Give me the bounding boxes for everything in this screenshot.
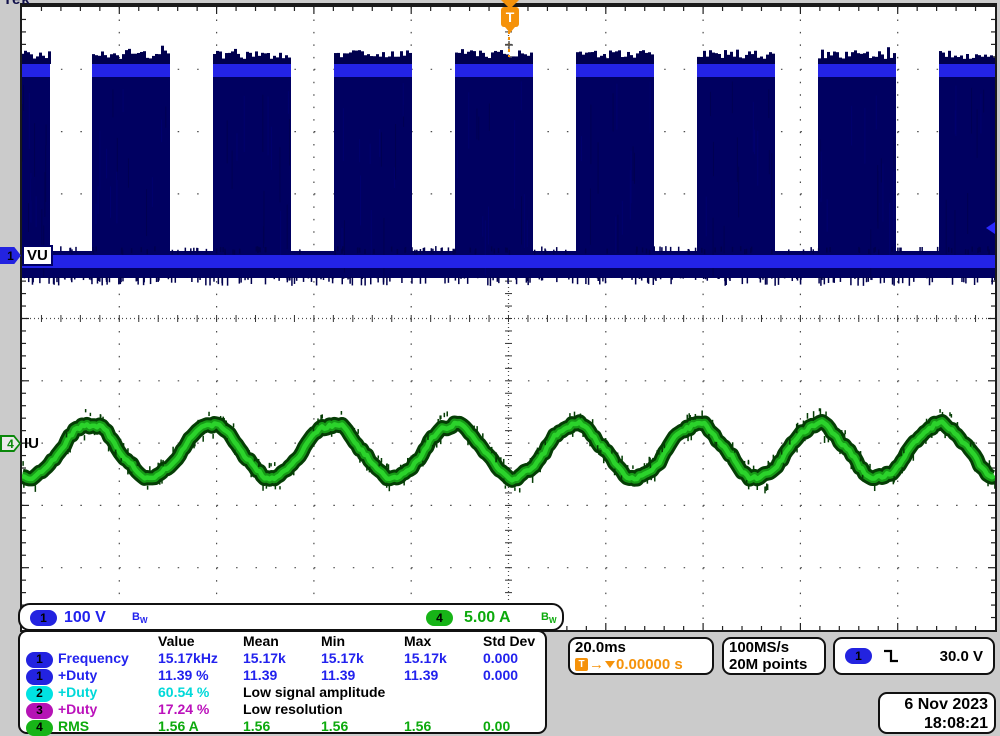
time-readout: 18:08:21 bbox=[880, 714, 988, 733]
channel1-scale[interactable]: 100 V bbox=[64, 609, 106, 627]
measurements-table: ValueMeanMinMaxStd Dev 1 Frequency15.17kHz… bbox=[26, 633, 545, 735]
channel4-scale[interactable]: 5.00 A bbox=[464, 609, 511, 627]
timebase-readout: 20.0ms bbox=[575, 639, 707, 656]
trigger-flag-icon[interactable]: T bbox=[501, 7, 519, 27]
channel-badge: 3 bbox=[26, 703, 53, 719]
measurement-min: 1.56 bbox=[321, 718, 404, 735]
measurement-row-badge: 1 bbox=[26, 667, 58, 684]
sample-rate-readout: 100MS/s bbox=[729, 639, 819, 656]
measurement-row-badge: 2 bbox=[26, 684, 58, 701]
channel4-bandwidth-icon: BW bbox=[541, 611, 557, 625]
trigger-level-readout: 30.0 V bbox=[940, 648, 983, 665]
waveform-display bbox=[22, 7, 995, 630]
falling-edge-icon bbox=[882, 648, 901, 664]
date-readout: 6 Nov 2023 bbox=[880, 695, 988, 714]
measurement-min: 11.39 bbox=[321, 667, 404, 684]
measurement-row-badge: 4 bbox=[26, 718, 58, 735]
measurement-row-badge: 3 bbox=[26, 701, 58, 718]
triangle-down-icon bbox=[605, 661, 615, 668]
header-spacer bbox=[58, 633, 158, 650]
measurement-name: +Duty bbox=[58, 684, 158, 701]
trigger-t-icon: T bbox=[575, 658, 588, 671]
measurement-mean: 11.39 bbox=[243, 667, 321, 684]
measurement-value: 11.39 % bbox=[158, 667, 243, 684]
channel4-ground-marker[interactable]: 4 IU bbox=[0, 435, 39, 452]
measurement-max: 15.17k bbox=[404, 650, 483, 667]
channel4-badge[interactable]: 4 bbox=[426, 610, 453, 626]
channel-badge: 1 bbox=[26, 669, 53, 685]
trigger-settings-box[interactable]: 1 30.0 V bbox=[833, 637, 995, 675]
measurement-name: RMS bbox=[58, 718, 158, 735]
column-header: Min bbox=[321, 633, 404, 650]
measurement-value: 60.54 % bbox=[158, 684, 243, 701]
measurement-mean: 15.17k bbox=[243, 650, 321, 667]
horizontal-settings-box[interactable]: 20.0ms T→0.00000 s bbox=[568, 637, 714, 675]
column-header: Mean bbox=[243, 633, 321, 650]
measurement-stddev: 0.00 bbox=[483, 718, 545, 735]
measurement-name: +Duty bbox=[58, 667, 158, 684]
trigger-flag-tail-icon bbox=[505, 27, 515, 33]
channel4-marker-badge: 4 bbox=[0, 435, 21, 452]
datetime-box: 6 Nov 2023 18:08:21 bbox=[878, 692, 996, 734]
trigger-position-readout: T→0.00000 s bbox=[575, 656, 707, 673]
channel4-waveform-label: IU bbox=[24, 435, 39, 452]
channel1-badge[interactable]: 1 bbox=[30, 610, 57, 626]
trigger-source-badge: 1 bbox=[845, 648, 872, 664]
measurements-panel: ValueMeanMinMaxStd Dev 1 Frequency15.17kHz… bbox=[18, 630, 547, 734]
measurement-min: 15.17k bbox=[321, 650, 404, 667]
measurement-value: 17.24 % bbox=[158, 701, 243, 718]
channel1-marker-badge: 1 bbox=[0, 247, 21, 264]
measurement-row-badge: 1 bbox=[26, 650, 58, 667]
graticule bbox=[20, 3, 997, 632]
measurement-value: 15.17kHz bbox=[158, 650, 243, 667]
measurement-stddev: 0.000 bbox=[483, 650, 545, 667]
measurement-name: +Duty bbox=[58, 701, 158, 718]
column-header: Max bbox=[404, 633, 483, 650]
channel-badge: 4 bbox=[26, 720, 53, 736]
measurement-value: 1.56 A bbox=[158, 718, 243, 735]
header-spacer bbox=[26, 633, 58, 650]
channel-badge: 2 bbox=[26, 686, 53, 702]
column-header: Value bbox=[158, 633, 243, 650]
measurement-message: Low resolution bbox=[243, 701, 545, 718]
record-length-readout: 20M points bbox=[729, 656, 819, 673]
arrow-right-icon: → bbox=[589, 656, 604, 673]
channel1-bandwidth-icon: BW bbox=[132, 611, 148, 625]
measurement-max: 1.56 bbox=[404, 718, 483, 735]
column-header: Std Dev bbox=[483, 633, 545, 650]
channel1-waveform-label: VU bbox=[22, 245, 53, 266]
measurement-message: Low signal amplitude bbox=[243, 684, 545, 701]
measurement-name: Frequency bbox=[58, 650, 158, 667]
tek-logo: Tek bbox=[3, 0, 31, 8]
measurement-mean: 1.56 bbox=[243, 718, 321, 735]
channel-badge: 1 bbox=[26, 652, 53, 668]
channel1-ground-marker[interactable]: 1 VU bbox=[0, 245, 53, 266]
measurement-max: 11.39 bbox=[404, 667, 483, 684]
acquisition-settings-box[interactable]: 100MS/s 20M points bbox=[722, 637, 826, 675]
measurement-stddev: 0.000 bbox=[483, 667, 545, 684]
channel-readout-bar: 1 100 V BW 4 5.00 A BW bbox=[18, 603, 564, 631]
